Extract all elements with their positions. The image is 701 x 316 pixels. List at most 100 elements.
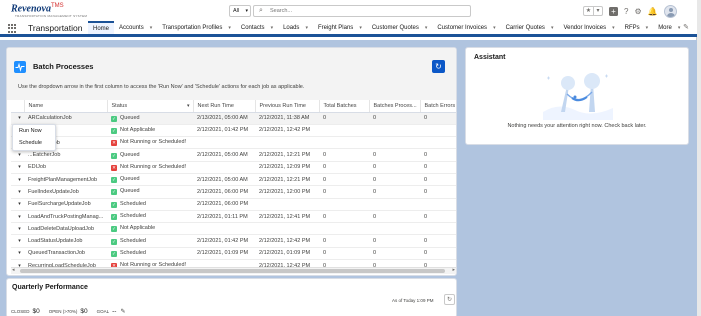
chevron-down-icon[interactable]: ▾ [228,25,231,31]
column-header-select [11,100,25,113]
cell-status: ✓ Not Applicable [107,222,193,236]
column-header[interactable]: Total Batches [319,100,370,113]
open-label: OPEN (>70%) [48,309,78,314]
search-input[interactable] [270,7,465,15]
row-dropdown-icon[interactable]: ▾ [15,189,24,195]
cell-total: 0 [319,234,369,248]
tab-freight-plans[interactable]: Freight Plans ▾ [313,21,367,34]
cell-name: FuelIndexUpdateJob [24,185,107,199]
tab-label: Freight Plans [317,24,354,31]
bell-icon[interactable]: 🔔 [648,7,658,16]
avatar[interactable] [663,4,677,18]
row-dropdown-icon[interactable]: ▾ [15,214,24,220]
chevron-down-icon[interactable]: ▾ [612,25,615,31]
gear-icon[interactable]: ⚙ [634,7,641,16]
table-row: ▾ FreightPlanManagementJob ✓ Queued 2/12/202… [11,173,456,187]
scroll-left-icon[interactable]: ◂ [12,267,15,273]
tab-customer-invoices[interactable]: Customer Invoices ▾ [432,21,500,34]
row-dropdown-icon[interactable]: ▾ [15,250,24,256]
cell-name: FuelSurchargeUpdateJob [24,198,107,211]
cell-total [319,136,369,150]
column-header[interactable]: Previous Run Time [255,100,320,113]
tab-label: Transportation Profiles [162,24,223,31]
edit-nav-icon[interactable]: ✎ [683,23,689,31]
chevron-down-icon[interactable]: ▾ [271,25,274,31]
tab-contacts[interactable]: Contacts ▾ [236,21,278,34]
chevron-down-icon[interactable]: ▾ [150,25,153,31]
row-action-cell: ▾ [11,161,24,174]
check-icon: ✓ [111,214,117,221]
tab-label: RFPs [624,24,640,31]
scrollbar-thumb[interactable] [20,269,445,273]
error-icon: ✕ [111,140,117,147]
check-icon: ✓ [111,127,117,134]
cell-status: ✓ Scheduled [107,247,193,261]
check-icon: ✓ [111,226,117,233]
check-icon: ✓ [111,115,117,122]
tab-transportation-profiles[interactable]: Transportation Profiles ▾ [157,21,236,34]
row-dropdown-icon[interactable]: ▾ [15,226,24,232]
cell-processed: 0 [369,112,420,125]
help-icon[interactable]: ? [624,7,628,16]
row-action-cell: ▾ [11,185,24,199]
chevron-down-icon[interactable]: ▾ [305,25,308,31]
refresh-button[interactable]: ↻ [432,60,445,73]
cell-name: FreightPlanManagementJob [24,173,107,187]
cell-total: 0 [319,161,369,174]
edit-goal-icon[interactable]: ✎ [120,308,125,315]
horizontal-scrollbar[interactable]: ◂ ▸ [11,267,456,274]
chevron-down-icon[interactable]: ▾ [359,25,362,31]
cell-processed [369,136,420,150]
revenova-logo[interactable]: RevenovaTMS TRANSPORTATION MANAGEMENT SY… [8,3,88,18]
chevron-down-icon[interactable]: ▾ [551,25,554,31]
cell-errors [420,124,456,138]
tab-more[interactable]: More ▾ [653,21,685,34]
column-header[interactable]: Next Run Time [193,100,256,113]
chevron-down-icon[interactable]: ▾ [425,25,428,31]
tab-accounts[interactable]: Accounts ▾ [114,21,157,34]
scroll-right-icon[interactable]: ▸ [452,267,455,273]
tab-rfps[interactable]: RFPs ▾ [620,21,654,34]
row-dropdown-icon[interactable]: ▾ [15,152,24,158]
column-header[interactable]: Status ▾ [107,100,194,113]
table-row: ▾ LoadDeleteDataUploadJob ✓ Not Applicable [11,222,456,236]
table-header-row: Name Status ▾ Next Run Time Previous Run … [11,100,456,113]
cell-name: QueuedTransactionJob [24,247,107,261]
closed-label: CLOSED [11,309,30,314]
assistant-card: Assistant Nothing needs your attention r… [465,47,689,145]
tab-customer-quotes[interactable]: Customer Quotes ▾ [367,21,433,34]
cell-total: 0 [319,148,369,162]
menu-item-run-now[interactable]: Run Now [13,125,55,137]
row-dropdown-icon[interactable]: ▾ [15,164,24,170]
chevron-down-icon[interactable]: ▾ [646,25,649,31]
column-header[interactable]: Name [24,100,108,113]
batch-processes-card: Batch Processes ↻ Use the dropdown arrow… [6,47,457,276]
row-dropdown-icon[interactable]: ▾ [15,115,24,121]
chevron-down-icon[interactable]: ▾ [593,7,602,15]
cell-errors: 0 [420,112,456,125]
search-scope-select[interactable]: All ▾ [229,5,251,17]
search-scope-label: All [233,8,240,14]
search-icon: ⌕ [259,7,263,14]
menu-item-schedule[interactable]: Schedule [13,137,55,149]
row-dropdown-icon[interactable]: ▾ [15,238,24,244]
tab-carrier-quotes[interactable]: Carrier Quotes ▾ [501,21,559,34]
tab-home[interactable]: Home [88,21,115,34]
column-header[interactable]: Batch Errors [420,100,456,113]
row-dropdown-icon[interactable]: ▾ [15,201,24,207]
plus-icon[interactable]: + [609,6,618,16]
app-launcher-icon[interactable] [8,24,17,33]
chevron-down-icon[interactable]: ▾ [678,25,681,31]
tab-vendor-invoices[interactable]: Vendor Invoices ▾ [558,21,619,34]
column-header[interactable]: Batches Proces... [369,100,421,113]
logo-main-text: Revenova [11,3,51,15]
star-icon[interactable]: ★ [584,7,593,15]
quarterly-refresh-button[interactable]: ↻ [444,294,455,305]
page-scrollbar[interactable] [697,0,701,316]
chevron-down-icon[interactable]: ▾ [493,25,496,31]
table-row: ▾ QueuedTransactionJob ✓ Scheduled 2/12/2021… [11,247,456,261]
tab-loads[interactable]: Loads ▾ [278,21,313,34]
global-search[interactable]: ⌕ [253,5,471,17]
chevron-down-icon[interactable]: ▾ [187,103,190,109]
row-dropdown-icon[interactable]: ▾ [15,177,24,183]
